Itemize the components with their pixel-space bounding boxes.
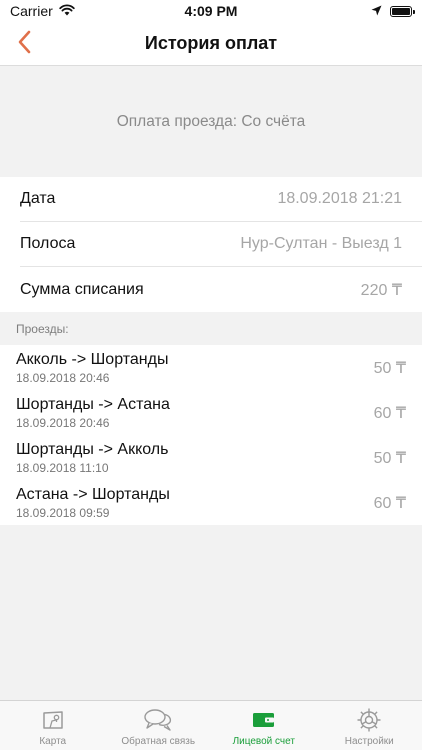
trips-section-header: Проезды: [0,312,422,345]
tab-account[interactable]: Лицевой счет [211,701,317,750]
payment-type-text: Оплата проезда: Со счёта [116,113,306,130]
location-arrow-icon [371,3,382,19]
trip-date: 18.09.2018 11:10 [16,461,109,475]
tab-feedback[interactable]: Обратная связь [106,701,212,750]
trips-section-title: Проезды: [16,321,69,336]
status-right [371,3,415,19]
trip-amount: 60 ₸ [373,405,406,422]
tab-settings[interactable]: Настройки [317,701,422,750]
tab-label: Карта [39,736,67,747]
trip-route: Акколь -> Шортанды [16,351,169,368]
wallet-icon [252,708,276,732]
detail-row-date: Дата 18.09.2018 21:21 [20,177,422,222]
payment-type-header: Оплата проезда: Со счёта [0,67,422,177]
detail-row-amount: Сумма списания 220 ₸ [20,267,422,312]
map-icon [41,708,65,732]
battery-icon [390,5,415,17]
trip-route: Шортанды -> Астана [16,396,170,413]
navigation-bar: История оплат [0,22,422,66]
tab-label: Настройки [344,736,394,747]
chevron-left-icon [17,30,31,59]
trip-route: Астана -> Шортанды [16,486,170,503]
status-bar: Carrier 4:09 PM [0,0,422,22]
tab-label: Лицевой счет [232,736,295,747]
list-item[interactable]: Шортанды -> Акколь 18.09.2018 11:10 50 ₸ [0,435,422,480]
trip-amount: 60 ₸ [373,495,406,512]
carrier-label: Carrier [10,3,53,19]
tab-bar: Карта Обратная связь Лицевой счет Настро… [0,700,422,750]
trip-amount: 50 ₸ [373,360,406,377]
detail-label: Полоса [20,235,76,252]
trip-date: 18.09.2018 20:46 [16,371,110,385]
list-item[interactable]: Акколь -> Шортанды 18.09.2018 20:46 50 ₸ [0,345,422,390]
back-button[interactable] [6,26,42,62]
detail-value: Нур-Султан - Выезд 1 [240,235,402,252]
trip-amount: 50 ₸ [373,450,406,467]
tab-map[interactable]: Карта [0,701,106,750]
payment-details: Дата 18.09.2018 21:21 Полоса Нур-Султан … [0,177,422,312]
trips-list: Акколь -> Шортанды 18.09.2018 20:46 50 ₸… [0,345,422,525]
status-left: Carrier [10,3,75,19]
trip-date: 18.09.2018 09:59 [16,506,110,520]
trip-route: Шортанды -> Акколь [16,441,169,458]
gear-icon [356,708,382,732]
trip-date: 18.09.2018 20:46 [16,416,110,430]
detail-value: 18.09.2018 21:21 [277,190,402,207]
detail-value: 220 ₸ [360,281,402,299]
page-title: История оплат [144,33,278,53]
detail-row-lane: Полоса Нур-Султан - Выезд 1 [20,222,422,267]
list-item[interactable]: Шортанды -> Астана 18.09.2018 20:46 60 ₸ [0,390,422,435]
tab-label: Обратная связь [121,736,196,747]
detail-label: Сумма списания [20,280,144,298]
wifi-icon [59,3,75,19]
list-item[interactable]: Астана -> Шортанды 18.09.2018 09:59 60 ₸ [0,480,422,525]
chat-bubbles-icon [143,708,173,732]
detail-label: Дата [20,190,56,207]
